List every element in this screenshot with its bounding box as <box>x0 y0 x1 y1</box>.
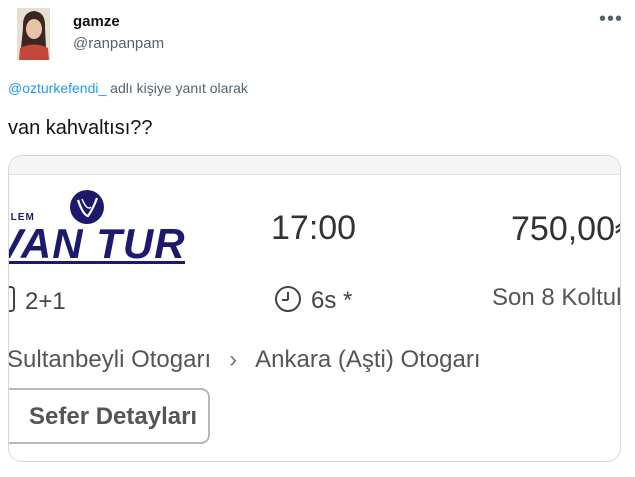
clock-icon <box>275 286 301 312</box>
display-name[interactable]: gamze <box>73 13 120 30</box>
seats-remaining: Son 8 Koltuk <box>492 284 621 311</box>
trip-details-button[interactable]: Sefer Detayları <box>9 388 210 444</box>
tweet-text: van kahvaltısı?? <box>8 117 153 139</box>
seat-icon <box>9 286 15 312</box>
card-top-bar <box>9 156 620 175</box>
departure-time: 17:00 <box>271 209 357 247</box>
trip-duration: 6s * <box>275 286 352 315</box>
destination-terminal: Ankara (Aşti) Otogarı <box>255 346 481 373</box>
seat-layout: 2+1 <box>9 286 66 316</box>
more-options-icon[interactable]: ••• <box>599 8 623 31</box>
reply-context: @ozturkefendi_ adlı kişiye yanıt olarak <box>8 80 248 96</box>
mention-link[interactable]: @ozturkefendi_ <box>8 80 106 96</box>
user-handle[interactable]: @ranpanpam <box>73 35 164 52</box>
chevron-right-icon: › <box>229 346 238 373</box>
seat-layout-text: 2+1 <box>25 288 66 315</box>
route: Sultanbeyli Otogarı › Ankara (Aşti) Otogar… <box>8 346 481 374</box>
origin-terminal: Sultanbeyli Otogarı <box>8 346 212 373</box>
avatar[interactable] <box>17 8 50 60</box>
reply-context-text: adlı kişiye yanıt olarak <box>106 80 248 96</box>
company-logo-text: VAN TUR <box>8 220 186 267</box>
attached-image[interactable]: ELEM VAN TUR 17:00 750,00₺ 2+1 6s * Son … <box>8 155 621 462</box>
ticket-price: 750,00₺ <box>511 210 620 248</box>
duration-text: 6s * <box>311 287 353 314</box>
logo-underline <box>9 261 185 264</box>
